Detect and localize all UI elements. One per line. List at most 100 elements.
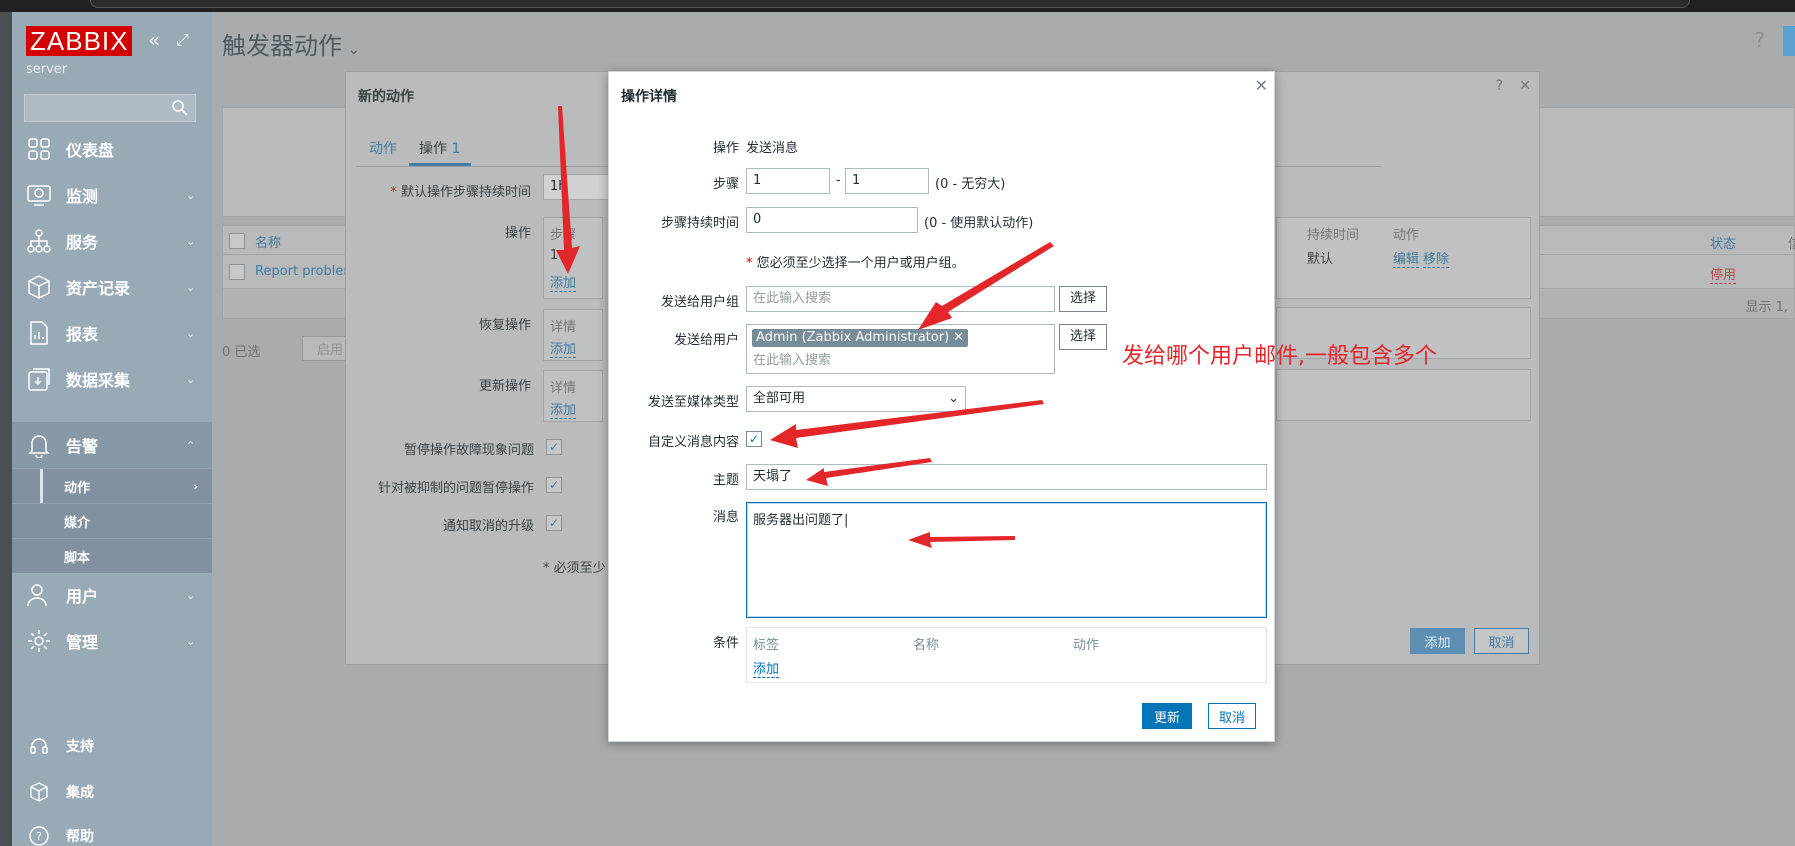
browser-address-bar [90,0,1690,8]
help-icon[interactable]: ? [1496,78,1503,94]
sidebar-search-input[interactable] [24,94,196,122]
menu-label: 用户 [66,587,99,606]
users-search[interactable]: 在此输入搜索 [753,349,831,373]
zabbix-logo[interactable]: ZABBIX [26,26,133,56]
subject-input[interactable]: 天塌了 [746,464,1267,490]
column-info: 信 [1788,237,1795,252]
close-icon[interactable]: ✕ [1255,76,1268,95]
custom-message-checkbox[interactable]: ✓ [746,431,762,447]
remove-operation-link[interactable]: 移除 [1423,248,1450,268]
message-label: 消息 [712,510,739,525]
kiosk-mode-icon[interactable]: ⤢ [176,28,200,52]
select-user-groups-button[interactable]: 选择 [1059,286,1108,312]
chevron-down-icon: ⌄ [186,326,196,340]
tab-operations[interactable]: 操作 1 [419,138,460,158]
user-tag: Admin (Zabbix Administrator) ✕ [752,329,969,347]
menu-data-collection[interactable]: 数据采集 ⌄ [12,356,212,402]
remove-tag-icon[interactable]: ✕ [953,330,964,345]
operation-value: 发送消息 [746,141,799,156]
dashboard-icon [28,138,50,160]
chevron-down-icon: ⌄ [186,372,196,386]
cancel-button[interactable]: 取消 [1208,703,1257,729]
update-button[interactable]: 更新 [1142,703,1193,729]
menu-reports[interactable]: 报表 ⌄ [12,310,212,356]
edit-operation-link[interactable]: 编辑 [1393,248,1420,268]
chevron-down-icon: ⌄ [186,634,196,648]
must-select-note: * 您必须至少选择一个用户或用户组。 [746,256,965,271]
chevron-down-icon: ⌄ [948,391,959,406]
services-icon [27,229,51,253]
reports-icon [30,321,48,345]
menu-administration[interactable]: 管理 ⌄ [12,618,212,664]
monitoring-icon [27,185,51,206]
media-type-select[interactable]: 全部可用 ⌄ [746,386,966,412]
step-duration-label: 步骤持续时间 [660,216,739,231]
help-icon: ? [29,826,49,846]
operation-details-dialog: 操作详情 ✕ 操作 发送消息 步骤 1 - 1 (0 - 无穷大) 步骤持续时间… [608,71,1275,742]
menu-dashboard[interactable]: 仪表盘 [12,126,212,172]
pause-suppressed-checkbox[interactable]: ✓ [546,477,562,493]
add-action-button[interactable]: 添加 [1410,628,1465,654]
steps-header: 步骤 [550,228,577,243]
submenu-label: 动作 [64,480,91,496]
server-label: server [26,62,68,77]
column-name[interactable]: 名称 [255,232,281,251]
create-action-button[interactable] [1783,26,1795,56]
step-from-input[interactable]: 1 [746,168,830,194]
operation-label: 操作 [712,141,739,156]
submenu-item-scripts[interactable]: 脚本 [12,538,212,573]
close-icon[interactable]: ✕ [1519,78,1531,94]
conditions-header-action: 动作 [1073,638,1100,653]
menu-help[interactable]: ? 帮助 [12,816,212,846]
menu-services[interactable]: 服务 ⌄ [12,218,212,264]
menu-alerts[interactable]: 告警 ⌃ [12,422,212,468]
page-title[interactable]: 触发器动作 ⌄ [222,26,360,61]
dialog-title: 操作详情 [621,89,677,105]
browser-strip [0,0,1795,12]
tab-action[interactable]: 动作 [369,138,397,158]
user-groups-search[interactable]: 在此输入搜索 [746,286,1055,312]
add-condition-link[interactable]: 添加 [753,658,780,678]
menu-label: 报表 [66,325,99,344]
update-label: 更新操作 [478,379,531,394]
conditions-header-name: 名称 [913,638,940,653]
menu-monitoring[interactable]: 监测 ⌄ [12,172,212,218]
row-status-link[interactable]: 停用 [1710,264,1737,284]
conditions-table: 标签 名称 动作 添加 [746,627,1267,683]
add-operation-link[interactable]: 添加 [550,272,577,292]
pause-symptoms-label: 暂停操作故障现象问题 [403,443,534,458]
step-duration-input[interactable]: 0 [746,207,918,233]
select-all-checkbox[interactable] [229,233,245,249]
chevron-down-icon: ⌄ [186,280,196,294]
submenu-item-actions[interactable]: 动作 › [12,468,212,504]
menu-label: 资产记录 [66,279,131,298]
submenu-item-media[interactable]: 媒介 [12,503,212,538]
select-users-button[interactable]: 选择 [1059,324,1108,350]
help-icon[interactable]: ? [1754,28,1765,52]
step-to-input[interactable]: 1 [845,168,929,194]
cancel-action-button[interactable]: 取消 [1474,628,1529,654]
row-checkbox[interactable] [229,264,245,280]
add-recovery-link[interactable]: 添加 [550,338,577,358]
add-update-link[interactable]: 添加 [550,399,577,419]
notify-cancel-checkbox[interactable]: ✓ [546,515,562,531]
steps-hint: (0 - 无穷大) [935,177,1006,192]
chevron-down-icon: ⌄ [186,588,196,602]
steps-value: 1 [550,248,559,263]
gear-icon [28,630,50,652]
collapse-sidebar-icon[interactable]: « [148,28,172,52]
users-multiselect[interactable]: Admin (Zabbix Administrator) ✕ 在此输入搜索 [746,324,1055,374]
menu-support[interactable]: 支持 [12,726,212,766]
tab-label: 操作 [419,141,447,157]
column-status[interactable]: 状态 [1710,233,1736,252]
row-name-link[interactable]: Report problen [255,264,352,279]
search-icon[interactable] [171,99,189,117]
menu-inventory[interactable]: 资产记录 ⌄ [12,264,212,310]
message-textarea[interactable]: 服务器出问题了| [746,502,1267,618]
svg-text:?: ? [36,830,42,843]
user-groups-label: 发送给用户组 [660,295,739,310]
menu-users[interactable]: 用户 ⌄ [12,572,212,618]
pause-symptoms-checkbox[interactable]: ✓ [546,439,562,455]
page-title-text: 触发器动作 [222,32,342,60]
menu-integrations[interactable]: 集成 [12,772,212,812]
